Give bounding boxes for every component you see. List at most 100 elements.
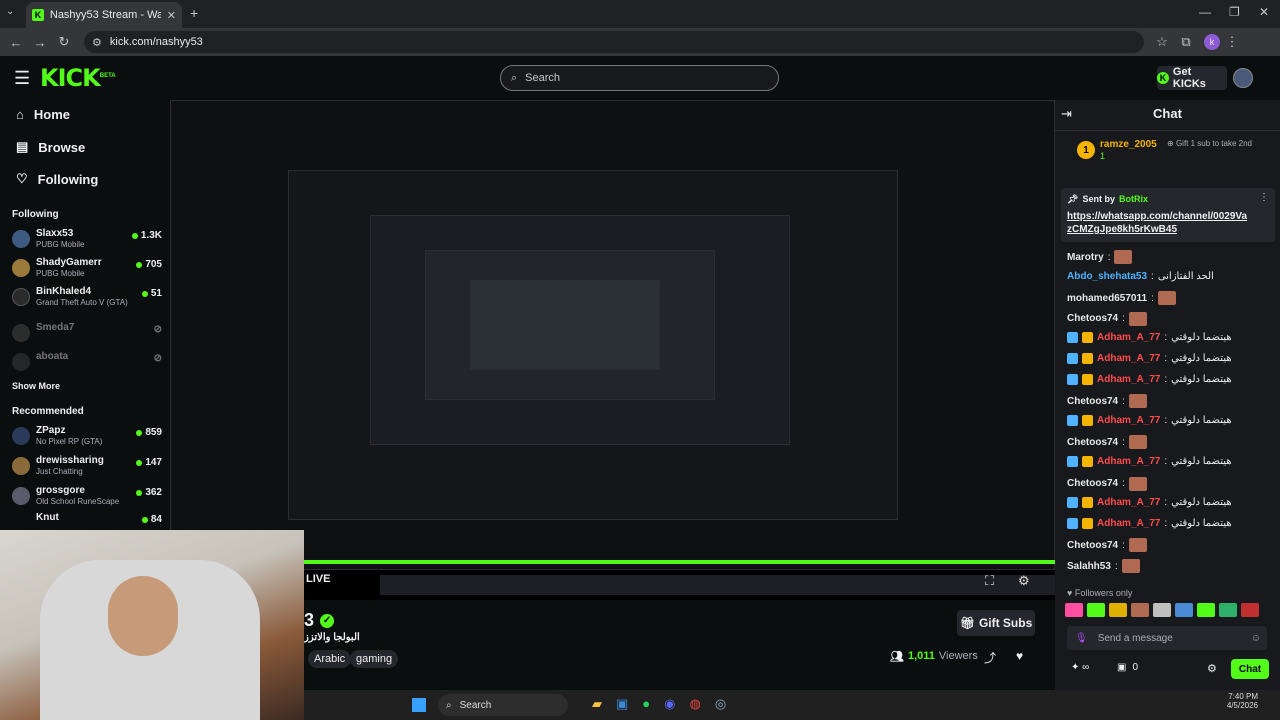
forward-icon[interactable]: → — [28, 35, 52, 50]
extensions-icon[interactable]: ⧉ — [1174, 34, 1198, 50]
file-explorer-icon[interactable]: ▰ — [592, 696, 602, 712]
pinned-sender[interactable]: BotRix — [1119, 194, 1148, 205]
emote-icon[interactable] — [1153, 603, 1171, 617]
chat-username[interactable]: Chetoos74 — [1067, 313, 1118, 324]
gifter-name[interactable]: ramze_2005 — [1100, 139, 1157, 150]
recommended-channel[interactable]: drewissharing Just Chatting 147 — [12, 455, 162, 481]
offline-icon: ⊘ — [153, 324, 162, 335]
browser-menu-icon[interactable]: ⋮ — [1220, 34, 1244, 50]
recommended-channel[interactable]: grossgore Old School RuneScape 362 — [12, 485, 162, 511]
fullscreen-icon[interactable]: ⛶ — [985, 573, 994, 589]
url-field[interactable]: ⚙ kick.com/nashyy53 — [84, 31, 1144, 53]
tag-arabic[interactable]: Arabic — [308, 650, 352, 668]
new-tab-icon[interactable]: + — [190, 5, 198, 21]
gift-subs-button[interactable]: 🎁︎ Gift Subs — [957, 610, 1035, 636]
chat-separator: : — [1164, 414, 1168, 426]
emote-icon[interactable] — [1175, 603, 1193, 617]
store-icon[interactable]: ▣ — [616, 696, 628, 712]
chat-username[interactable]: Chetoos74 — [1067, 396, 1118, 407]
settings-gear-icon[interactable]: ⚙ — [1018, 573, 1030, 589]
chat-username[interactable]: mohamed657011 — [1067, 293, 1147, 304]
user-avatar[interactable] — [1233, 68, 1253, 88]
chat-username[interactable]: Adham_A_77 — [1097, 456, 1160, 467]
chat-separator: : — [1164, 497, 1168, 509]
chat-settings-icon[interactable]: ⚙ — [1207, 662, 1217, 675]
chat-username[interactable]: Abdo_shehata53 — [1067, 271, 1147, 282]
hamburger-menu-icon[interactable]: ☰ — [14, 68, 30, 89]
chat-username[interactable]: Adham_A_77 — [1097, 332, 1160, 343]
chat-separator: : — [1122, 395, 1125, 407]
followers-only-text: Followers only — [1074, 588, 1133, 598]
following-channel-offline[interactable]: Smeda7 ⊘ — [12, 322, 162, 348]
reload-icon[interactable]: ↻ — [52, 34, 76, 50]
microphone-icon[interactable]: 🎙︎ — [1075, 633, 1088, 644]
recommended-channel[interactable]: ZPapz No Pixel RP (GTA) 859 — [12, 425, 162, 451]
window-close-icon[interactable]: ✕ — [1259, 5, 1269, 19]
search-input[interactable]: ⌕ Search — [500, 65, 779, 91]
following-channel[interactable]: ShadyGamerr PUBG Mobile 705 — [12, 257, 162, 283]
emote-icon[interactable] — [1219, 603, 1237, 617]
emote-icon[interactable] — [1241, 603, 1259, 617]
following-channel-offline[interactable]: aboata ⊘ — [12, 351, 162, 377]
chat-username[interactable]: Adham_A_77 — [1097, 497, 1160, 508]
pinned-link[interactable]: https://whatsapp.com/channel/0029VazCMZg… — [1067, 210, 1249, 236]
browser-tab[interactable]: K Nashyy53 Stream - Watch Live ✕ — [26, 2, 182, 28]
taskbar-search[interactable]: ⌕ Search — [438, 694, 568, 716]
chat-username[interactable]: Chetoos74 — [1067, 540, 1118, 551]
chat-username[interactable]: Chetoos74 — [1067, 437, 1118, 448]
chat-username[interactable]: Adham_A_77 — [1097, 353, 1160, 364]
following-channel[interactable]: Slaxx53 PUBG Mobile 1.3K — [12, 228, 162, 254]
avatar — [12, 324, 30, 342]
minimize-icon[interactable]: — — [1199, 5, 1211, 19]
emote-icon[interactable] — [1109, 603, 1127, 617]
share-icon[interactable]: ⤴ — [984, 649, 996, 666]
back-icon[interactable]: ← — [4, 35, 28, 50]
follow-icon[interactable]: ♥ — [1016, 649, 1023, 663]
tab-menu-icon[interactable]: ⌄ — [6, 6, 14, 17]
emote-icon[interactable] — [1087, 603, 1105, 617]
discord-icon[interactable]: ◉ — [664, 696, 675, 712]
bookmark-star-icon[interactable]: ☆ — [1150, 34, 1174, 50]
crown-badge-icon — [1082, 373, 1093, 385]
chat-username[interactable]: Adham_A_77 — [1097, 518, 1160, 529]
send-chat-button[interactable]: Chat — [1231, 659, 1269, 679]
taskbar-clock[interactable]: 7:40 PM 4/5/2026 — [1194, 692, 1258, 710]
emote-icon[interactable] — [1197, 603, 1215, 617]
emoji-icon[interactable]: ☺ — [1251, 633, 1261, 644]
viewer-count-value: 705 — [145, 259, 162, 270]
nav-browse-label: Browse — [38, 139, 86, 155]
following-channel[interactable]: BinKhaled4 Grand Theft Auto V (GTA) 51 — [12, 286, 162, 312]
chat-username[interactable]: Marotry — [1067, 252, 1104, 263]
tab-close-icon[interactable]: ✕ — [167, 9, 176, 22]
nav-following[interactable]: ♡ Following — [16, 171, 98, 187]
nav-browse[interactable]: ▤ Browse — [16, 139, 85, 155]
site-info-icon[interactable]: ⚙ — [92, 36, 102, 49]
chrome-icon[interactable]: ◍ — [690, 696, 701, 712]
nav-home[interactable]: ⌂ Home — [16, 107, 70, 122]
kick-logo[interactable]: KICKBETA — [40, 64, 116, 92]
spotify-icon[interactable]: ● — [642, 696, 650, 712]
emote-icon[interactable] — [1131, 603, 1149, 617]
chat-separator: : — [1151, 292, 1154, 304]
points-value: 0 — [1132, 662, 1139, 673]
windows-start-icon[interactable] — [412, 698, 426, 712]
viewer-count: 705 — [136, 259, 162, 270]
unpin-icon[interactable]: ⋮ — [1259, 192, 1269, 203]
chat-settings-left-icon[interactable]: ✦ ∞ — [1071, 662, 1089, 673]
profile-avatar[interactable]: k — [1204, 34, 1220, 50]
emote-icon[interactable] — [1065, 603, 1083, 617]
steam-icon[interactable]: ◎ — [715, 696, 726, 712]
show-more-link[interactable]: Show More — [12, 381, 60, 391]
maximize-icon[interactable]: ❐ — [1229, 5, 1240, 19]
chat-username[interactable]: Chetoos74 — [1067, 478, 1118, 489]
chat-input[interactable]: 🎙︎ Send a message ☺ — [1067, 626, 1267, 650]
tag-gaming[interactable]: gaming — [350, 650, 399, 668]
video-player[interactable]: LIVE ⛶ ⚙ — [170, 100, 1055, 600]
sub-badge-icon — [1067, 456, 1078, 467]
gift-note[interactable]: ⊕ Gift 1 sub to take 2nd — [1167, 139, 1252, 148]
chat-username[interactable]: Adham_A_77 — [1097, 374, 1160, 385]
get-kicks-button[interactable]: K Get KICKs — [1157, 66, 1227, 90]
chat-username[interactable]: Salahh53 — [1067, 561, 1111, 572]
chat-username[interactable]: Adham_A_77 — [1097, 415, 1160, 426]
streamer-name[interactable]: 3 ✓ — [304, 610, 335, 631]
